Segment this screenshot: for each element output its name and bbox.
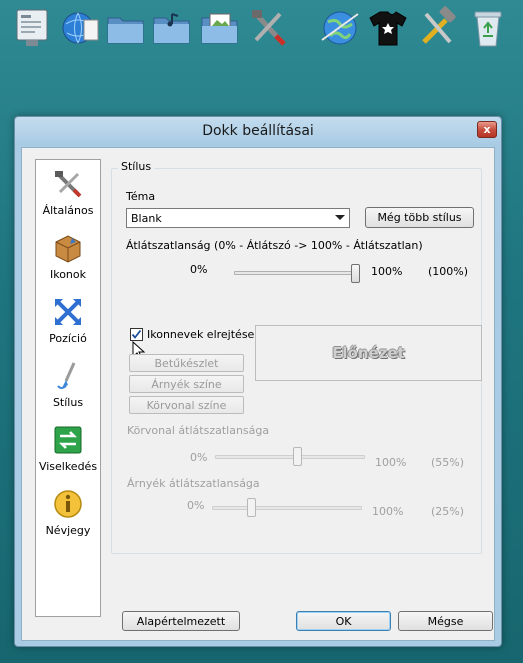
category-sidebar: Általános Ikonok Pozíció Stílus Viselked… [35,159,101,617]
sidebar-item-label: Viselkedés [38,460,98,473]
sidebar-item-behavior[interactable]: Viselkedés [36,422,100,484]
hammer-wrench-icon[interactable] [416,6,460,50]
info-icon [54,490,82,518]
tools-icon[interactable] [246,6,290,50]
ok-button[interactable]: OK [296,611,391,631]
outline-opacity-label: Körvonal átlátszatlansága [127,424,270,437]
defaults-button[interactable]: Alapértelmezett [122,611,240,631]
arrows-icon [55,299,81,325]
shadow-slider-track[interactable] [212,506,362,510]
outline-slider-track[interactable] [215,455,365,459]
shadow-opacity-label: Árnyék átlátszatlansága [127,477,260,490]
hide-icon-names-checkbox[interactable] [130,328,143,341]
paintbrush-icon [57,362,76,389]
sidebar-item-style[interactable]: Stílus [36,358,100,420]
sidebar-item-about[interactable]: Névjegy [36,486,100,548]
recycle-bin-icon[interactable] [466,6,510,50]
group-title: Stílus [118,160,155,173]
shadow-value: (25%) [431,505,465,518]
sidebar-item-icons[interactable]: Ikonok [36,230,100,292]
theme-dropdown[interactable]: Blank [126,208,350,228]
sidebar-item-label: Pozíció [49,332,87,345]
outline-slider-thumb[interactable] [292,447,302,466]
window-client-area: Általános Ikonok Pozíció Stílus Viselked… [21,147,495,641]
font-button[interactable]: Betűkészlet [129,354,244,372]
close-icon: x [483,123,491,136]
opacity-min-label: 0% [190,263,208,276]
shadow-color-button[interactable]: Árnyék színe [129,375,244,393]
outline-value: (55%) [431,456,465,469]
settings-window: Dokk beállításai x Általános Ikonok Pozí… [14,116,502,647]
sidebar-item-label: Stílus [52,396,84,409]
checkmark-icon [131,329,142,339]
dock [0,0,523,60]
opacity-slider-thumb[interactable] [351,264,360,283]
sidebar-item-general[interactable]: Általános [36,166,100,228]
theme-value: Blank [131,211,162,225]
globe-network-icon[interactable] [58,6,102,50]
sidebar-item-label: Ikonok [49,268,87,281]
outline-max-label: 100% [375,456,407,469]
outline-color-button[interactable]: Körvonal színe [129,396,244,414]
shadow-slider-thumb[interactable] [247,498,257,517]
package-icon [55,235,81,263]
window-title: Dokk beállításai [202,123,314,139]
hide-icon-names-label[interactable]: Ikonnevek elrejtése [147,328,254,341]
preview-box: Előnézet [255,325,482,381]
opacity-slider-track[interactable] [234,271,360,275]
opacity-max-label: 100% [371,265,403,278]
title-bar[interactable]: Dokk beállításai x [15,117,501,145]
music-folder-icon[interactable] [150,6,194,50]
chevron-down-icon [335,215,345,220]
theme-label: Téma [126,190,156,203]
cancel-button[interactable]: Mégse [398,611,493,631]
sidebar-item-label: Névjegy [45,524,91,537]
pictures-folder-icon[interactable] [198,6,242,50]
tools-icon [55,171,82,198]
folder-icon[interactable] [104,6,148,50]
preview-text: Előnézet [332,344,405,362]
opacity-label: Átlátszatlanság (0% - Átlátszó -> 100% -… [126,239,423,252]
opacity-value: (100%) [428,265,469,278]
shadow-min-label: 0% [187,499,205,512]
sidebar-item-position[interactable]: Pozíció [36,294,100,356]
browser-icon[interactable] [318,6,362,50]
settings-panel-icon[interactable] [12,6,56,50]
tshirt-icon[interactable] [366,6,410,50]
close-button[interactable]: x [477,121,497,138]
more-styles-button[interactable]: Még több stílus [365,207,474,228]
sidebar-item-label: Általános [42,204,94,217]
shadow-max-label: 100% [372,505,404,518]
switch-arrows-icon [54,426,82,454]
outline-min-label: 0% [190,451,208,464]
